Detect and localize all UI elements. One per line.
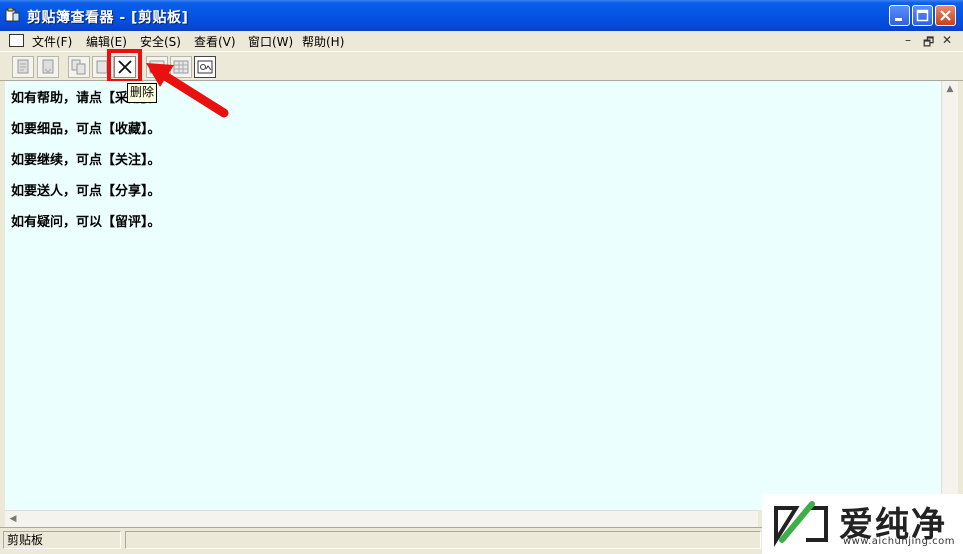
scroll-left-icon[interactable]: ◀ — [5, 511, 21, 527]
title-bar[interactable]: 剪贴簿查看器 - [剪贴板] — [0, 0, 963, 31]
menu-window[interactable]: 窗口(W) — [248, 33, 293, 50]
maximize-icon — [916, 9, 929, 22]
close-button[interactable] — [935, 5, 956, 26]
menu-security[interactable]: 安全(S) — [140, 33, 181, 50]
vertical-scrollbar[interactable]: ▲ — [941, 81, 958, 510]
open-button[interactable] — [12, 56, 34, 78]
mdi-minimize-button[interactable]: – — [905, 33, 911, 47]
clipbook-viewer-window: 剪贴簿查看器 - [剪贴板] 文件(F) 编辑(E) 安全(S) 查看(V) 窗… — [0, 0, 963, 554]
menu-help[interactable]: 帮助(H) — [302, 33, 344, 50]
minimize-icon — [895, 18, 902, 21]
clipboard-content-area[interactable]: 如有帮助，请点【采用】。 如要细品，可点【收藏】。 如要继续，可点【关注】。 如… — [5, 81, 941, 510]
close-icon — [940, 10, 951, 21]
watermark: 爱纯净 www.aichunjing.com — [762, 494, 963, 554]
menu-file[interactable]: 文件(F) — [32, 33, 72, 50]
status-label: 剪贴板 — [3, 531, 121, 549]
copy-button[interactable] — [68, 56, 90, 78]
content-line: 如要继续，可点【关注】。 — [11, 153, 161, 168]
copy-icon — [71, 59, 86, 75]
open-icon — [17, 59, 29, 74]
status-panel — [125, 531, 761, 549]
menu-bar: 文件(F) 编辑(E) 安全(S) 查看(V) 窗口(W) 帮助(H) – 🗗 … — [0, 31, 963, 51]
brand-logo-icon — [774, 501, 828, 547]
horizontal-scrollbar[interactable]: ◀ — [5, 510, 758, 527]
window-title: 剪贴簿查看器 - [剪贴板] — [27, 10, 189, 26]
content-line: 如要细品，可点【收藏】。 — [11, 122, 161, 137]
save-button[interactable] — [37, 56, 59, 78]
minimize-button[interactable] — [889, 5, 910, 26]
mdi-close-button[interactable]: ✕ — [942, 33, 952, 47]
document-icon[interactable] — [9, 34, 24, 47]
maximize-button[interactable] — [912, 5, 933, 26]
menu-edit[interactable]: 编辑(E) — [86, 33, 127, 50]
content-line: 如要送人，可点【分享】。 — [11, 184, 161, 199]
menu-view[interactable]: 查看(V) — [194, 33, 236, 50]
scroll-up-icon[interactable]: ▲ — [942, 81, 958, 97]
content-line: 如有疑问，可以【留评】。 — [11, 215, 161, 230]
red-arrow-annotation — [146, 63, 229, 118]
watermark-url: www.aichunjing.com — [843, 536, 955, 547]
clipboard-app-icon — [5, 8, 20, 22]
save-icon — [42, 59, 54, 74]
